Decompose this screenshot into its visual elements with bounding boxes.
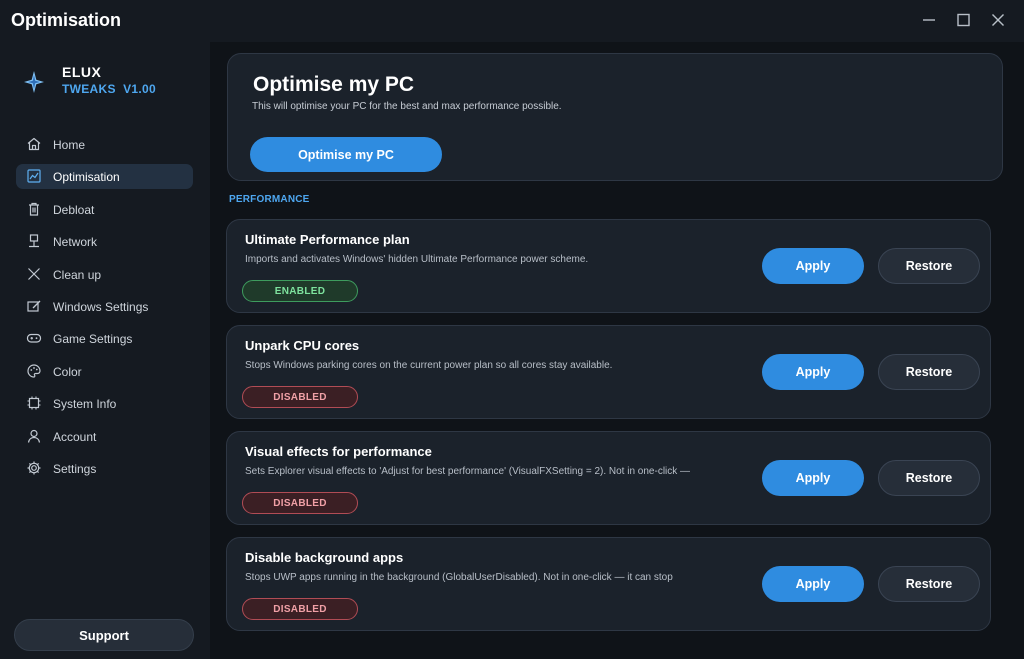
sidebar-nav: Home Optimisation Debloat Network Clean … xyxy=(16,132,193,488)
optimise-my-pc-button[interactable]: Optimise my PC xyxy=(250,137,442,172)
sidebar-item-label: Account xyxy=(53,429,97,444)
close-button[interactable] xyxy=(988,10,1008,30)
sidebar-item-label: Color xyxy=(53,364,82,379)
sidebar-item-home[interactable]: Home xyxy=(16,132,193,157)
maximize-icon xyxy=(957,13,970,27)
tweak-title: Unpark CPU cores xyxy=(245,338,360,353)
maximize-button[interactable] xyxy=(953,10,973,30)
status-badge: DISABLED xyxy=(242,492,358,514)
apply-button[interactable]: Apply xyxy=(762,460,864,496)
sidebar-item-label: Windows Settings xyxy=(53,299,149,314)
close-icon xyxy=(992,14,1004,26)
trash-icon xyxy=(26,201,42,217)
sidebar-item-windows-settings[interactable]: Windows Settings xyxy=(16,294,193,319)
minimize-button[interactable] xyxy=(919,10,939,30)
sidebar-item-label: Settings xyxy=(53,461,97,476)
gear-icon xyxy=(26,460,42,476)
tweak-card-unpark-cpu: Unpark CPU cores Stops Windows parking c… xyxy=(226,325,991,419)
window-settings-icon xyxy=(26,298,42,314)
sidebar-item-game-settings[interactable]: Game Settings xyxy=(16,326,193,351)
status-badge: ENABLED xyxy=(242,280,358,302)
tweak-title: Disable background apps xyxy=(245,550,404,565)
chip-icon xyxy=(26,395,42,411)
optimise-hero-card: Optimise my PC This will optimise your P… xyxy=(227,53,1003,181)
sidebar-item-label: System Info xyxy=(53,397,117,412)
support-button[interactable]: Support xyxy=(14,619,194,651)
window-title: Optimisation xyxy=(11,10,122,30)
restore-button[interactable]: Restore xyxy=(878,248,980,284)
restore-button[interactable]: Restore xyxy=(878,354,980,390)
minimize-icon xyxy=(923,19,935,21)
restore-button[interactable]: Restore xyxy=(878,460,980,496)
tweak-title: Visual effects for performance xyxy=(245,444,432,459)
broom-icon xyxy=(26,266,42,282)
gamepad-icon xyxy=(26,330,42,346)
hero-title: Optimise my PC xyxy=(253,73,415,96)
apply-button[interactable]: Apply xyxy=(762,566,864,602)
tweak-description: Stops Windows parking cores on the curre… xyxy=(245,360,613,371)
sidebar-item-label: Debloat xyxy=(53,202,95,217)
brand-version: TWEAKS V1.00 xyxy=(62,82,156,96)
restore-button[interactable]: Restore xyxy=(878,566,980,602)
tweak-description: Imports and activates Windows' hidden Ul… xyxy=(245,254,589,265)
section-label: PERFORMANCE xyxy=(229,194,310,205)
user-icon xyxy=(26,428,42,444)
sidebar-item-color[interactable]: Color xyxy=(16,359,193,384)
sidebar-item-label: Optimisation xyxy=(53,170,120,185)
sidebar-item-label: Network xyxy=(53,235,98,250)
chart-icon xyxy=(26,168,42,184)
tweak-description: Stops UWP apps running in the background… xyxy=(245,572,673,583)
tweak-card-ultimate-performance: Ultimate Performance plan Imports and ac… xyxy=(226,219,991,313)
sidebar-item-account[interactable]: Account xyxy=(16,424,193,449)
status-badge: DISABLED xyxy=(242,598,358,620)
main-content: Optimise my PC This will optimise your P… xyxy=(210,42,1024,659)
hero-description: This will optimise your PC for the best … xyxy=(252,101,562,112)
star-sparkle-icon xyxy=(24,71,44,93)
sidebar-item-clean-up[interactable]: Clean up xyxy=(16,262,193,287)
sidebar-item-settings[interactable]: Settings xyxy=(16,456,193,481)
brand-name: ELUX xyxy=(62,64,102,80)
apply-button[interactable]: Apply xyxy=(762,248,864,284)
home-icon xyxy=(26,136,42,152)
sidebar-item-debloat[interactable]: Debloat xyxy=(16,197,193,222)
sidebar-item-network[interactable]: Network xyxy=(16,229,193,254)
sidebar-item-label: Clean up xyxy=(53,267,102,282)
palette-icon xyxy=(26,363,42,379)
tweak-title: Ultimate Performance plan xyxy=(245,232,410,247)
network-icon xyxy=(26,233,42,249)
tweak-card-visual-effects: Visual effects for performance Sets Expl… xyxy=(226,431,991,525)
sidebar-item-label: Home xyxy=(53,138,86,152)
sidebar-item-label: Game Settings xyxy=(53,332,133,347)
tweak-description: Sets Explorer visual effects to 'Adjust … xyxy=(245,466,691,477)
title-bar: Optimisation xyxy=(0,0,1024,42)
sidebar-item-optimisation[interactable]: Optimisation xyxy=(16,164,193,190)
tweak-card-background-apps: Disable background apps Stops UWP apps r… xyxy=(226,537,991,631)
apply-button[interactable]: Apply xyxy=(762,354,864,390)
status-badge: DISABLED xyxy=(242,386,358,408)
sidebar: ELUX TWEAKS V1.00 Home Optimisation Debl… xyxy=(0,42,210,659)
sidebar-item-system-info[interactable]: System Info xyxy=(16,391,193,416)
